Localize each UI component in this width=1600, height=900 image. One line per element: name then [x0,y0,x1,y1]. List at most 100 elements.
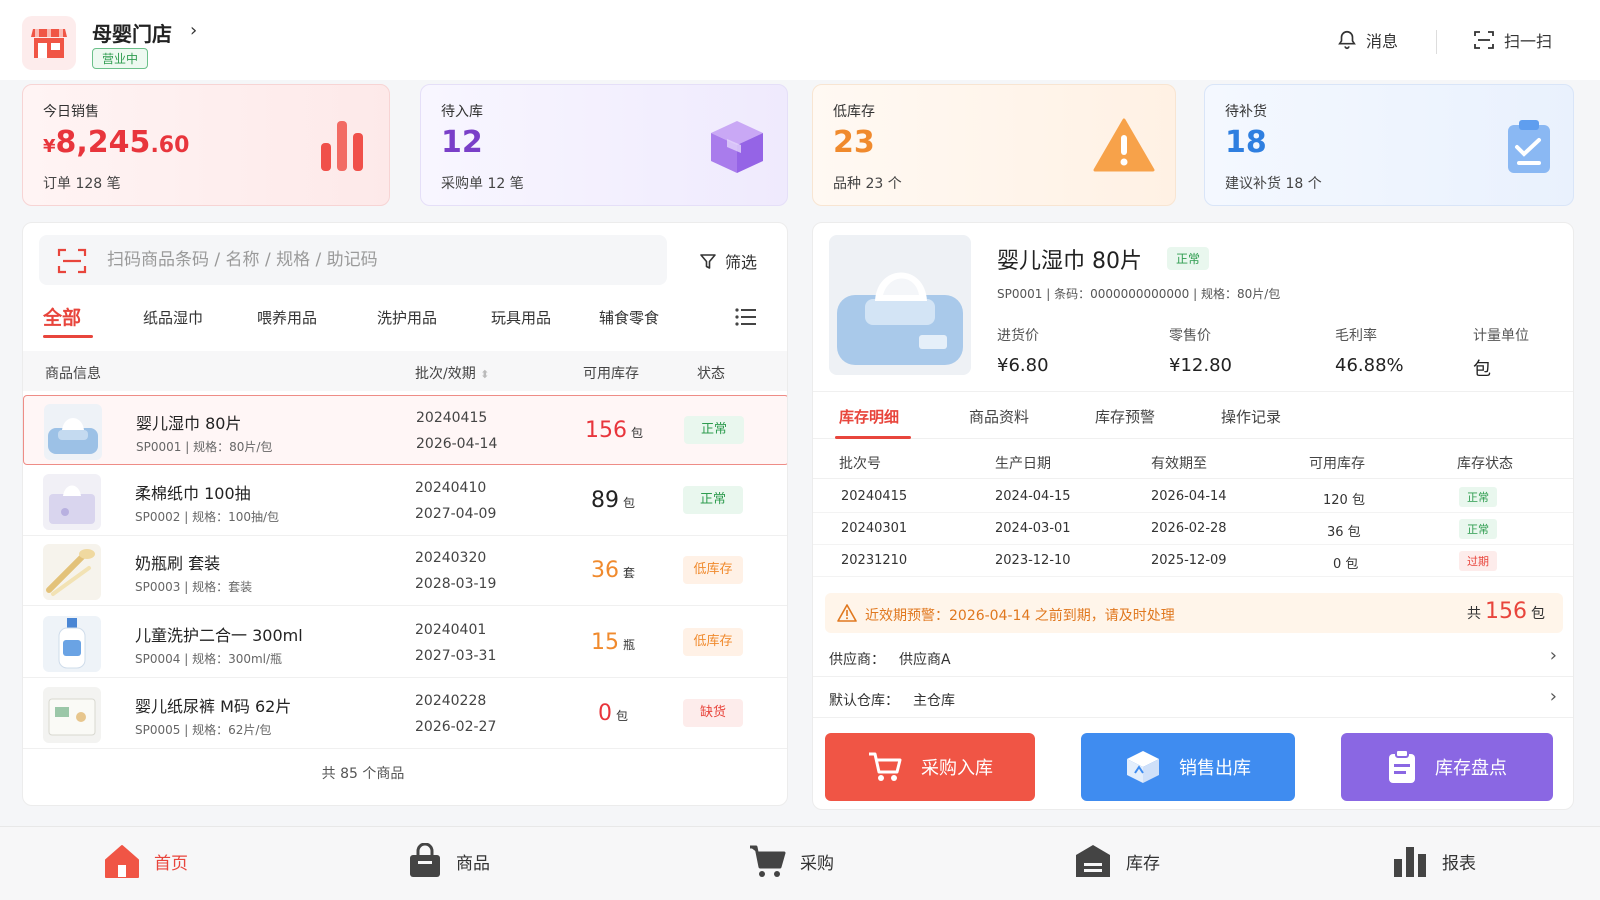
warehouse-icon [1076,845,1110,877]
warehouse-row[interactable]: 默认仓库： 主仓库 › [813,678,1573,718]
warning-text: 近效期预警：2026-04-14 之前到期，请及时处理 [865,608,1175,624]
table-row[interactable]: 儿童洗护二合一 300ml SP0004 | 规格：300ml/瓶 202404… [23,608,787,678]
nav-purchase[interactable]: 采购 [748,843,834,879]
product-name: 婴儿湿巾 80片 [136,414,242,433]
detail-tabs: 库存明细 商品资料 库存预警 操作记录 [813,391,1573,439]
product-qty: 36 套 [590,558,635,583]
status-badge: 低库存 [683,556,743,584]
status-badge: 低库存 [683,628,743,656]
tab-operation-log[interactable]: 操作记录 [1221,406,1281,427]
clipboard-icon [1508,120,1550,173]
stock-take-button[interactable]: 库存盘点 [1341,733,1553,801]
scan-icon [1474,31,1494,49]
product-meta: SP0004 | 规格：300ml/瓶 [135,652,283,666]
product-table-header: 商品信息 批次/效期 ⬍ 可用库存 状态 [23,351,787,391]
scan-button[interactable]: 扫一扫 [1472,28,1552,52]
product-thumbnail [43,616,101,672]
sales-outbound-button[interactable]: 销售出库 [1081,733,1295,801]
clipboard-icon [1389,749,1415,783]
chevron-right-icon[interactable]: › [190,20,197,41]
stat-today-sales[interactable]: 今日销售 ¥8,245.60 订单 128 笔 [22,84,390,206]
batch-row[interactable]: 20231210 2023-12-10 2025-12-09 0 包 过期 [813,545,1573,577]
search-input[interactable] [107,243,647,277]
product-qty: 89 包 [590,488,635,513]
stat-label: 低库存 [833,104,875,120]
box-out-icon [1127,751,1159,783]
tab-stock-alert[interactable]: 库存预警 [1095,406,1155,427]
stat-sub: 建议补货 18 个 [1225,176,1322,192]
product-thumbnail [43,687,101,743]
tab-stock-detail[interactable]: 库存明细 [839,406,899,427]
expiry-warning-bar: 近效期预警：2026-04-14 之前到期，请及时处理 共 156 包 [825,593,1563,633]
nav-products[interactable]: 商品 [408,843,490,879]
tab-active-indicator [43,335,93,338]
col-product-info: 商品信息 [45,366,101,382]
stat-value: 12 [441,125,483,160]
detail-tab-indicator [835,436,911,439]
product-expiry: 2028-03-19 [415,576,497,592]
tab-feeding[interactable]: 喂养用品 [257,307,317,328]
stat-low-stock[interactable]: 低库存 23 品种 23 个 [812,84,1176,206]
product-thumbnail [43,544,101,600]
product-name: 婴儿纸尿裤 M码 62片 [135,697,292,716]
header-divider [1436,30,1437,54]
sort-icon: ⬍ [480,368,490,381]
product-batch: 20240401 [415,622,487,638]
product-meta: SP0002 | 规格：100抽/包 [135,510,280,524]
batch-table-header: 批次号 生产日期 有效期至 可用库存 库存状态 [813,445,1573,479]
product-meta: SP0003 | 规格：套装 [135,580,253,594]
stat-value: 23 [833,125,875,160]
nav-home[interactable]: 首页 [104,843,188,879]
detail-retail-price: 零售价 ¥12.80 [1169,328,1232,376]
product-expiry: 2027-03-31 [415,648,497,664]
table-row[interactable]: 柔棉纸巾 100抽 SP0002 | 规格：100抽/包 20240410 20… [23,466,787,536]
store-status-badge: 营业中 [92,48,149,69]
tab-toys[interactable]: 玩具用品 [491,307,551,328]
product-qty: 156 包 [584,418,643,443]
table-row[interactable]: 奶瓶刷 套装 SP0003 | 规格：套装 20240320 2028-03-1… [23,536,787,606]
stat-value: 18 [1225,125,1267,160]
supplier-row[interactable]: 供应商： 供应商A › [813,637,1573,677]
messages-button[interactable]: 消息 [1336,28,1398,52]
warehouse-value: 主仓库 [913,693,955,709]
detail-product-name: 婴儿湿巾 80片 [997,249,1142,274]
product-batch: 20240415 [416,410,488,426]
tab-product-info[interactable]: 商品资料 [969,406,1029,427]
stock-take-label: 库存盘点 [1435,758,1507,779]
nav-inventory[interactable]: 库存 [1074,843,1160,879]
search-box [39,235,667,285]
detail-status-badge: 正常 [1167,247,1210,270]
col-stock: 可用库存 [583,366,639,382]
product-detail-panel: 婴儿湿巾 80片 正常 SP0001 | 条码：0000000000000 | … [812,222,1574,810]
tab-snacks[interactable]: 辅食零食 [599,307,659,328]
nav-reports[interactable]: 报表 [1392,843,1476,879]
product-list-panel: 筛选 全部 纸品湿巾 喂养用品 洗护用品 玩具用品 辅食零食 商品信息 批次/效… [22,222,788,806]
category-tabs: 全部 纸品湿巾 喂养用品 洗护用品 玩具用品 辅食零食 [23,293,787,341]
col-batch[interactable]: 批次/效期 ⬍ [415,363,489,383]
nav-purchase-label: 采购 [800,853,834,874]
tab-paper-wipes[interactable]: 纸品湿巾 [143,307,203,328]
batch-row[interactable]: 20240301 2024-03-01 2026-02-28 36 包 正常 [813,513,1573,545]
table-row[interactable]: 婴儿纸尿裤 M码 62片 SP0005 | 规格：62片/包 20240228 … [23,679,787,749]
table-row[interactable]: 婴儿湿巾 80片 SP0001 | 规格：80片/包 20240415 2026… [23,395,787,465]
list-menu-icon[interactable] [735,307,757,327]
stat-pending-inbound[interactable]: 待入库 12 采购单 12 笔 [420,84,788,206]
scan-label: 扫一扫 [1504,32,1553,51]
tab-all[interactable]: 全部 [43,303,81,330]
filter-button[interactable]: 筛选 [699,249,757,273]
scan-barcode-icon[interactable] [57,247,87,275]
supplier-label: 供应商： [829,652,885,668]
cart-icon [750,845,786,877]
stat-label: 今日销售 [43,104,99,120]
warning-icon [1093,118,1155,172]
purchase-inbound-button[interactable]: 采购入库 [825,733,1035,801]
filter-label: 筛选 [725,253,758,272]
batch-row[interactable]: 20240415 2024-04-15 2026-04-14 120 包 正常 [813,481,1573,513]
stat-sub: 品种 23 个 [833,176,902,192]
tab-care[interactable]: 洗护用品 [377,307,437,328]
store-icon [31,29,67,58]
bar-chart-icon [1394,847,1426,877]
store-logo[interactable] [22,16,76,70]
store-name[interactable]: 母婴门店 [92,18,172,47]
stat-to-replenish[interactable]: 待补货 18 建议补货 18 个 [1204,84,1574,206]
